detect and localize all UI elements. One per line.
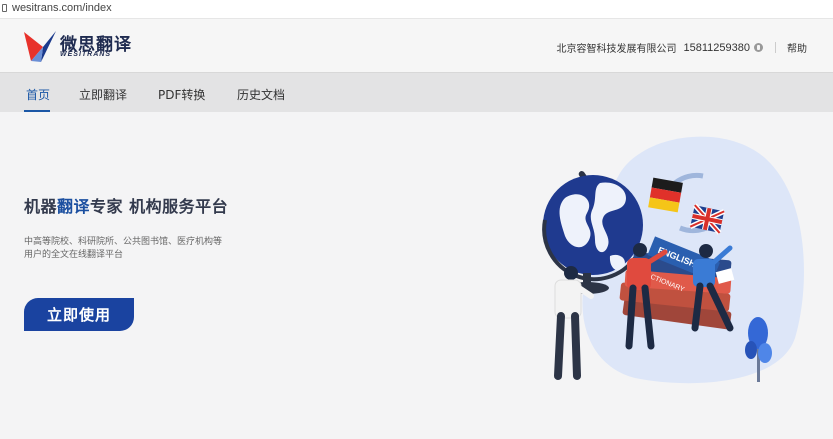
site-header: 微思翻译 WESITRANS 北京容智科技发展有限公司 15811259380 … [0, 19, 833, 72]
header-contact: 北京容智科技发展有限公司 15811259380 帮助 [556, 40, 807, 56]
url-text: wesitrans.com/index [12, 2, 112, 14]
start-using-button[interactable]: 立即使用 [24, 298, 134, 331]
logo-mark-icon [24, 31, 56, 62]
company-name: 北京容智科技发展有限公司 [556, 44, 677, 55]
tab-history-docs[interactable]: 历史文档 [237, 86, 285, 103]
hero-description: 中高等院校、科研院所、公共图书馆、医疗机构等用户的全文在线翻译平台 [24, 237, 223, 260]
hero-title: 机器翻译专家 机构服务平台 [24, 197, 229, 216]
hero-illustration: ENGLISH DICTIONARY [542, 136, 804, 384]
phone-number: 15811259380 [683, 41, 750, 54]
phone-icon [754, 43, 763, 52]
tab-pdf-convert[interactable]: PDF转换 [158, 86, 205, 103]
german-flag-icon [648, 177, 683, 213]
tab-translate-now[interactable]: 立即翻译 [79, 86, 127, 103]
tab-home[interactable]: 首页 [26, 86, 50, 103]
browser-address-bar[interactable]: wesitrans.com/index [0, 0, 833, 19]
logo[interactable]: 微思翻译 WESITRANS [23, 29, 133, 63]
lock-icon [2, 4, 7, 12]
help-link[interactable]: 帮助 [787, 40, 807, 55]
hero-title-highlight: 翻译 [57, 197, 91, 216]
main-nav: 首页 立即翻译 PDF转换 历史文档 [0, 72, 833, 112]
header-divider [775, 42, 776, 53]
logo-text-en: WESITRANS [60, 51, 111, 58]
active-tab-indicator [24, 110, 50, 112]
